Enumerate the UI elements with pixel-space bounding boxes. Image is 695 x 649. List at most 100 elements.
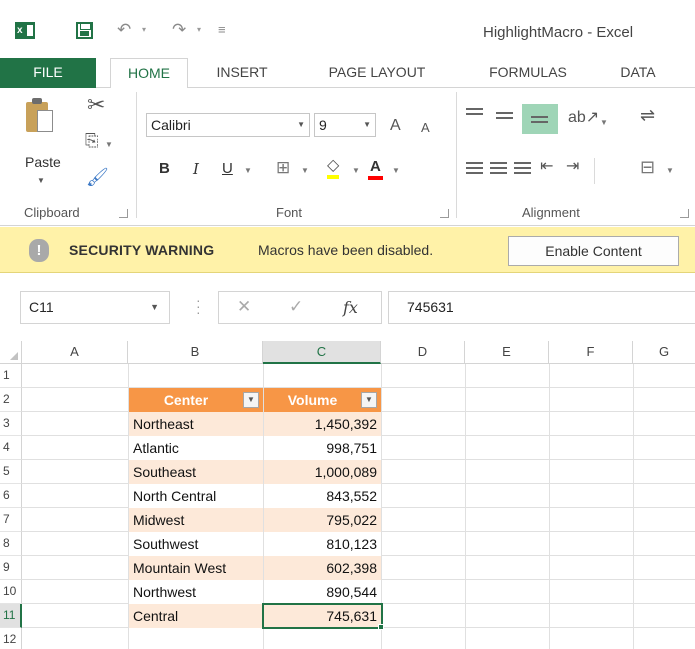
font-color-dropdown-icon[interactable]: ▼ <box>392 166 400 175</box>
paste-icon[interactable] <box>26 98 54 134</box>
borders-dropdown-icon[interactable]: ▼ <box>301 166 309 175</box>
row-header[interactable]: 9 <box>0 556 22 580</box>
orientation-icon[interactable]: ab↗ <box>568 110 599 126</box>
column-header-a[interactable]: A <box>22 341 128 364</box>
tab-insert[interactable]: INSERT <box>205 58 279 88</box>
row-header[interactable]: 7 <box>0 508 22 532</box>
table-cell-volume[interactable]: 795,022 <box>264 508 381 532</box>
table-cell-volume[interactable]: 602,398 <box>264 556 381 580</box>
redo-dropdown-icon[interactable]: ▾ <box>197 25 201 34</box>
filter-dropdown-icon[interactable]: ▼ <box>243 392 259 408</box>
tab-home[interactable]: HOME <box>110 58 188 89</box>
tab-page-layout[interactable]: PAGE LAYOUT <box>296 58 458 88</box>
font-name-box[interactable]: Calibri ▼ <box>146 113 310 137</box>
column-header-d[interactable]: D <box>381 341 465 364</box>
cut-icon[interactable]: ✂ <box>87 94 105 116</box>
table-cell-center[interactable]: Midwest <box>129 508 263 532</box>
cancel-icon[interactable]: ✕ <box>237 297 251 317</box>
wrap-text-icon[interactable]: ⇌ <box>640 106 655 124</box>
bold-button[interactable]: B <box>159 158 170 180</box>
table-cell-center[interactable]: Northwest <box>129 580 263 604</box>
table-cell-volume[interactable]: 1,450,392 <box>264 412 381 436</box>
align-middle-icon[interactable] <box>496 112 513 126</box>
worksheet-grid[interactable]: A B C D E F G 1 2 3 4 5 6 7 8 9 10 11 12… <box>0 337 695 649</box>
table-cell-volume[interactable]: 1,000,089 <box>264 460 381 484</box>
column-header-f[interactable]: F <box>549 341 633 364</box>
formula-bar-grip-icon[interactable]: · · · <box>196 293 201 319</box>
table-header-volume-label: Volume <box>287 392 338 408</box>
alignment-launcher-icon[interactable] <box>680 209 689 218</box>
borders-icon[interactable]: ⊞ <box>276 159 290 176</box>
underline-button[interactable]: U <box>222 158 233 180</box>
fill-handle[interactable] <box>378 624 384 630</box>
filter-dropdown-icon[interactable]: ▼ <box>361 392 377 408</box>
merge-dropdown-icon[interactable]: ▼ <box>666 166 674 175</box>
table-cell-center[interactable]: Southeast <box>129 460 263 484</box>
row-header[interactable]: 12 <box>0 628 22 649</box>
align-right-icon[interactable] <box>514 162 531 176</box>
font-color-button[interactable]: A <box>368 158 383 180</box>
copy-icon[interactable]: ⎘ <box>85 132 99 149</box>
underline-dropdown-icon[interactable]: ▼ <box>244 166 252 175</box>
align-top-icon[interactable] <box>466 108 483 122</box>
row-header[interactable]: 6 <box>0 484 22 508</box>
row-header[interactable]: 10 <box>0 580 22 604</box>
table-cell-volume[interactable]: 998,751 <box>264 436 381 460</box>
column-header-c[interactable]: C <box>263 341 381 364</box>
align-left-icon[interactable] <box>466 162 483 176</box>
increase-indent-icon[interactable]: ⇥ <box>566 159 579 175</box>
format-painter-icon[interactable]: 🖌 <box>86 168 109 186</box>
orientation-dropdown-icon[interactable]: ▼ <box>600 118 608 127</box>
row-header[interactable]: 3 <box>0 412 22 436</box>
shrink-font-icon[interactable]: A <box>421 121 430 134</box>
column-header-b[interactable]: B <box>128 341 263 364</box>
name-box[interactable]: C11 ▼ <box>20 291 170 324</box>
align-center-icon[interactable] <box>490 162 507 176</box>
fill-color-dropdown-icon[interactable]: ▼ <box>352 166 360 175</box>
align-bottom-button[interactable] <box>522 104 558 134</box>
column-header-g[interactable]: G <box>633 341 695 364</box>
fill-color-icon[interactable]: ◇ <box>327 158 340 179</box>
paste-dropdown-icon[interactable]: ▼ <box>37 176 45 185</box>
clipboard-launcher-icon[interactable] <box>119 209 128 218</box>
tab-data[interactable]: DATA <box>602 58 674 88</box>
enable-content-button[interactable]: Enable Content <box>508 236 679 266</box>
copy-dropdown-icon[interactable]: ▼ <box>105 140 113 149</box>
redo-icon[interactable]: ↷ <box>172 20 186 40</box>
table-cell-volume[interactable]: 843,552 <box>264 484 381 508</box>
decrease-indent-icon[interactable]: ⇤ <box>540 159 553 175</box>
table-cell-volume[interactable]: 810,123 <box>264 532 381 556</box>
name-box-value: C11 <box>29 299 54 315</box>
enter-icon[interactable]: ✓ <box>289 297 303 317</box>
table-cell-volume[interactable]: 890,544 <box>264 580 381 604</box>
table-cell-center[interactable]: Southwest <box>129 532 263 556</box>
undo-dropdown-icon[interactable]: ▾ <box>142 25 146 34</box>
table-cell-center[interactable]: Atlantic <box>129 436 263 460</box>
customize-qat-icon[interactable]: ≡ <box>218 20 226 40</box>
undo-icon[interactable]: ↶ <box>117 20 131 40</box>
table-cell-center[interactable]: Central <box>129 604 263 628</box>
grow-font-icon[interactable]: A <box>390 118 401 134</box>
select-all-button[interactable] <box>0 341 22 364</box>
tab-formulas[interactable]: FORMULAS <box>467 58 589 88</box>
row-header[interactable]: 5 <box>0 460 22 484</box>
font-size-box[interactable]: 9 ▼ <box>314 113 376 137</box>
italic-button[interactable]: I <box>193 158 199 180</box>
table-cell-center[interactable]: Mountain West <box>129 556 263 580</box>
save-icon[interactable] <box>76 22 93 39</box>
align-bottom-icon <box>531 116 548 130</box>
row-header[interactable]: 4 <box>0 436 22 460</box>
paste-button[interactable]: Paste <box>25 154 61 170</box>
table-cell-center[interactable]: North Central <box>129 484 263 508</box>
font-launcher-icon[interactable] <box>440 209 449 218</box>
row-header-selected[interactable]: 11 <box>0 604 22 628</box>
row-header[interactable]: 1 <box>0 364 22 388</box>
column-header-e[interactable]: E <box>465 341 549 364</box>
tab-file[interactable]: FILE <box>0 58 96 88</box>
row-header[interactable]: 8 <box>0 532 22 556</box>
insert-function-icon[interactable]: fx <box>343 298 358 317</box>
merge-center-icon[interactable]: ⊟ <box>640 158 655 176</box>
row-header[interactable]: 2 <box>0 388 22 412</box>
formula-input[interactable]: 745631 <box>388 291 695 324</box>
table-cell-center[interactable]: Northeast <box>129 412 263 436</box>
